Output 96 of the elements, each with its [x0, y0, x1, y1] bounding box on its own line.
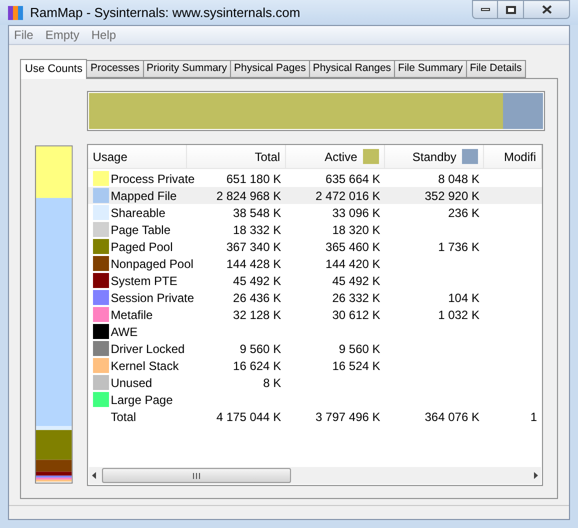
table-cell-text: 651 180 K	[226, 170, 282, 188]
column-header[interactable]: Standby	[385, 145, 484, 168]
app-logo-icon	[8, 4, 24, 20]
menu-item[interactable]: Help	[90, 26, 118, 44]
table-cell-text: 3 797 496 K	[316, 408, 380, 426]
column-header[interactable]: Usage	[88, 145, 187, 168]
minimize-button[interactable]	[472, 0, 498, 19]
table-cell-text: System PTE	[110, 272, 178, 290]
table-cell-text: Page Table	[110, 222, 171, 238]
menu-item[interactable]: Empty	[44, 26, 80, 44]
table-cell-text: 635 664 K	[326, 170, 380, 188]
table-cell-text: 364 076 K	[424, 408, 480, 426]
table-cell-text: AWE	[110, 324, 138, 340]
header-label: Modifi	[504, 148, 536, 166]
header-label: Standby	[412, 148, 456, 166]
table-cell-text: 38 548 K	[233, 204, 282, 222]
tab[interactable]: Use Counts	[20, 59, 88, 79]
table-cell-text: 9 560 K	[338, 340, 380, 358]
table-row[interactable]: Total 4 175 044 K 3 797 496 K 364 076 K 1	[88, 408, 542, 425]
tab[interactable]: Physical Ranges	[310, 60, 396, 78]
column-header[interactable]: Active	[286, 145, 386, 168]
table-cell-text: Mapped File	[110, 188, 177, 204]
table-row[interactable]: Page Table 18 332 K 18 320 K	[88, 221, 542, 238]
table-row[interactable]: Nonpaged Pool 144 428 K 144 420 K	[88, 255, 542, 272]
table-row[interactable]: System PTE 45 492 K 45 492 K	[88, 272, 542, 289]
tab[interactable]: File Details	[466, 60, 526, 78]
table-cell-text: 2 472 016 K	[316, 188, 380, 204]
scrollbar-thumb[interactable]	[102, 468, 291, 483]
table-row[interactable]: Shareable 38 548 K 33 096 K 236 K	[88, 204, 542, 221]
close-icon	[542, 5, 552, 14]
table-cell-text: 8 K	[263, 374, 282, 392]
table-row[interactable]: Unused 8 K	[88, 374, 542, 391]
table-cell-text: Metafile	[110, 306, 153, 324]
table-cell-text: 144 420 K	[326, 256, 380, 272]
table-cell-text: 365 460 K	[326, 238, 380, 256]
tab[interactable]: File Summary	[395, 60, 467, 78]
scroll-left-icon[interactable]	[92, 472, 96, 479]
table-cell-text: Shareable	[110, 204, 166, 222]
table-row[interactable]: Mapped File 2 824 968 K 2 472 016 K 352 920 K	[88, 187, 542, 204]
column-header[interactable]: Modifi	[484, 145, 542, 168]
table-cell-text: Unused	[110, 374, 152, 392]
tab[interactable]: Priority Summary	[144, 60, 232, 78]
table-cell-text: 4 175 044 K	[216, 408, 282, 426]
maximize-button[interactable]	[498, 0, 524, 19]
table-cell-text: 8 048 K	[438, 170, 480, 188]
table-cell-text: 1 032 K	[438, 306, 480, 324]
table-row[interactable]: Large Page	[88, 391, 542, 408]
menu-item[interactable]: File	[13, 26, 34, 44]
table-cell-text: 352 920 K	[424, 188, 480, 204]
table-cell-text: Session Private	[110, 290, 194, 306]
close-button[interactable]	[524, 0, 570, 19]
column-header[interactable]: Total	[186, 145, 286, 168]
table-row[interactable]: Session Private 26 436 K 26 332 K 104 K	[88, 289, 542, 306]
table-cell-text: 236 K	[448, 204, 480, 222]
table-cell-text: 104 K	[448, 290, 480, 306]
table-cell-text: 1	[530, 408, 537, 426]
table-cell-text: 9 560 K	[240, 340, 282, 358]
table-row[interactable]: Paged Pool 367 340 K 365 460 K 1 736 K	[88, 238, 542, 255]
horizontal-scrollbar[interactable]	[88, 467, 541, 484]
tab[interactable]: Physical Pages	[231, 60, 310, 78]
table-cell-text: 16 524 K	[332, 358, 380, 374]
header-label: Active	[324, 148, 358, 166]
table-cell-text: Kernel Stack	[110, 358, 179, 374]
table-cell-text: Driver Locked	[110, 340, 185, 358]
table-cell-text: Large Page	[110, 392, 173, 408]
table-cell-text: 26 332 K	[332, 290, 380, 306]
tab[interactable]: Processes	[87, 60, 144, 78]
table-cell-text: 32 128 K	[233, 306, 282, 324]
table-row[interactable]: Kernel Stack 16 624 K 16 524 K	[88, 357, 542, 374]
table-row[interactable]: Process Private 651 180 K 635 664 K 8 048 K	[88, 170, 542, 187]
header-label: Usage	[92, 148, 128, 166]
table-cell-text: 18 332 K	[233, 222, 282, 238]
table-cell-text: Nonpaged Pool	[110, 256, 194, 272]
table-cell-text: 33 096 K	[332, 204, 380, 222]
table-cell-text: Paged Pool	[110, 238, 173, 256]
window-title: RamMap - Sysinternals: www.sysinternals.com	[30, 4, 300, 22]
table-cell-text: 16 624 K	[233, 358, 282, 374]
restore-icon	[506, 6, 516, 14]
table-row[interactable]: Driver Locked 9 560 K 9 560 K	[88, 340, 542, 357]
table-cell-text: 367 340 K	[226, 238, 282, 256]
scroll-right-icon[interactable]	[534, 472, 538, 479]
table-row[interactable]: AWE	[88, 323, 542, 340]
table-cell-text: 2 824 968 K	[216, 188, 282, 204]
grip-icon	[192, 472, 200, 478]
table-cell-text: 30 612 K	[332, 306, 380, 324]
table-cell-text: Total	[110, 408, 136, 426]
table-cell-text: 18 320 K	[332, 222, 380, 238]
minimize-icon	[480, 8, 490, 11]
table-cell-text: 45 492 K	[332, 272, 380, 290]
table-cell-text: Process Private	[110, 170, 195, 188]
header-label: Total	[254, 148, 280, 166]
table-row[interactable]: Metafile 32 128 K 30 612 K 1 032 K	[88, 306, 542, 323]
table-cell-text: 26 436 K	[233, 290, 282, 306]
table-cell-text: 144 428 K	[226, 256, 282, 272]
table-cell-text: 1 736 K	[438, 238, 480, 256]
table-cell-text: 45 492 K	[233, 272, 282, 290]
